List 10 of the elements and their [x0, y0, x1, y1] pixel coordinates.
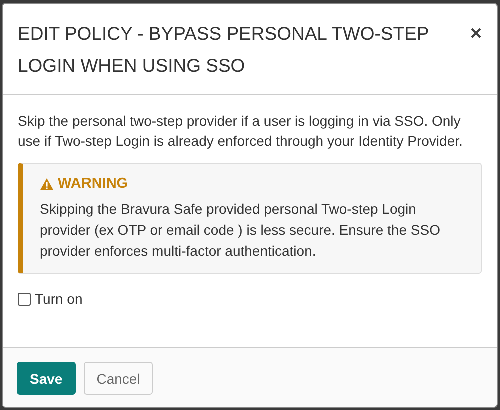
checkbox-label: Turn on	[35, 291, 83, 307]
cancel-button[interactable]: Cancel	[84, 362, 154, 395]
dialog-title: EDIT POLICY - BYPASS PERSONAL TWO-STEP LOGIN WHEN USING SSO	[18, 22, 430, 78]
warning-title: WARNING	[58, 175, 128, 194]
checkbox[interactable]	[18, 292, 31, 306]
warning-icon	[40, 178, 54, 190]
save-button[interactable]: Save	[17, 362, 76, 395]
policy-description: Skip the personal two-step provider if a user is logging in via SSO. Only use if Two-step Login is already enforced through your Identity Provider.	[18, 112, 464, 151]
close-button[interactable]: ×	[470, 24, 482, 44]
warning-text: Skipping the Bravura Safe provided personal Two-step Login provider (ex OTP or email code ) is less secure. Ensure the SSO provider enforces multi-factor authentication.	[40, 200, 442, 261]
